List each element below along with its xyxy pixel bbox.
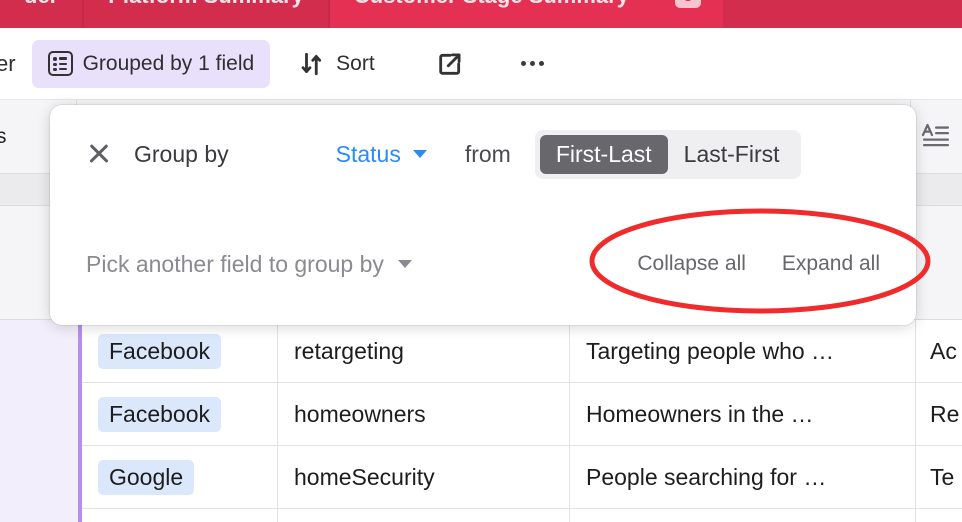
tab-label: Platform Summary: [108, 0, 304, 9]
column-header-label: s: [0, 125, 7, 148]
sort-button-label: Sort: [336, 51, 375, 75]
tab-platform-summary[interactable]: Platform Summary: [84, 0, 328, 28]
grouped-by-button[interactable]: Grouped by 1 field: [31, 39, 271, 88]
tab-bar: der Platform Summary Customer Stage Summ…: [0, 0, 962, 28]
panel-footer-row: Pick another field to group by Collapse …: [50, 203, 916, 325]
platform-pill: Facebook: [98, 396, 222, 432]
group-gutter: [0, 320, 78, 522]
tab-label: der: [24, 0, 58, 9]
close-icon[interactable]: [86, 141, 112, 167]
cell-description[interactable]: [570, 508, 916, 522]
table-row[interactable]: Facebook retargeting Targeting people wh…: [82, 319, 962, 383]
group-by-row: Group by Status from First-Last Last-Fir…: [50, 105, 916, 203]
cell-audience[interactable]: [278, 508, 570, 522]
cell-status[interactable]: Re: [916, 383, 962, 446]
cell-platform[interactable]: Facebook: [82, 319, 278, 383]
cell-status[interactable]: [916, 509, 962, 522]
group-list-icon: [47, 51, 73, 76]
pick-another-field-label: Pick another field to group by: [86, 250, 384, 277]
long-text-field-icon: [921, 123, 949, 147]
sort-arrows-icon: [301, 52, 322, 75]
from-label: from: [464, 140, 511, 167]
cell-platform[interactable]: [82, 508, 278, 522]
cell-platform[interactable]: Google: [82, 445, 278, 509]
table-row[interactable]: [82, 508, 962, 522]
tab-label: Customer Stage Summary: [354, 0, 629, 9]
grid-rows: Facebook retargeting Targeting people wh…: [82, 319, 962, 522]
cell-status[interactable]: Te: [916, 446, 962, 509]
share-button[interactable]: [421, 40, 479, 88]
grouped-by-button-label: Grouped by 1 field: [82, 51, 255, 75]
sort-order-segmented-control: First-Last Last-First: [534, 129, 801, 179]
table-row[interactable]: Facebook homeowners Homeowners in the … …: [82, 382, 962, 446]
expand-all-button[interactable]: Expand all: [782, 252, 880, 276]
column-header-long-text[interactable]: [910, 100, 962, 174]
info-badge-icon: [674, 0, 701, 8]
app-root: der Platform Summary Customer Stage Summ…: [0, 0, 962, 522]
platform-pill: Google: [98, 459, 195, 495]
group-by-field-select[interactable]: Status: [336, 141, 427, 168]
cell-audience[interactable]: homeowners: [278, 382, 570, 446]
group-by-field-value: Status: [335, 140, 401, 167]
group-by-label: Group by: [134, 140, 229, 167]
group-by-popover: Group by Status from First-Last Last-Fir…: [50, 105, 916, 325]
cell-description[interactable]: People searching for …: [570, 445, 916, 509]
cell-audience[interactable]: retargeting: [278, 319, 570, 383]
share-external-icon: [438, 52, 461, 75]
cell-description[interactable]: Homeowners in the …: [570, 382, 916, 446]
panel-actions: Collapse all Expand all: [637, 252, 880, 276]
chevron-down-icon: [397, 260, 412, 268]
order-option-last-first[interactable]: Last-First: [668, 135, 796, 174]
tab-info-badge-button[interactable]: [652, 0, 723, 28]
table-row[interactable]: Google homeSecurity People searching for…: [82, 445, 962, 509]
platform-pill: Facebook: [98, 333, 222, 369]
cell-platform[interactable]: Facebook: [82, 382, 278, 446]
tab-customer-stage-summary[interactable]: Customer Stage Summary: [329, 0, 653, 28]
order-option-first-last[interactable]: First-Last: [539, 134, 668, 174]
cell-audience[interactable]: homeSecurity: [278, 445, 570, 509]
pick-another-field-button[interactable]: Pick another field to group by: [86, 251, 412, 278]
cell-description[interactable]: Targeting people who …: [570, 319, 916, 383]
chevron-down-icon: [412, 150, 427, 158]
sort-button[interactable]: Sort: [284, 40, 391, 88]
tab-der[interactable]: der: [0, 0, 82, 28]
cell-status[interactable]: Ac: [916, 320, 962, 383]
more-horizontal-icon: [520, 51, 544, 77]
view-toolbar: er Grouped by 1 field Sort: [0, 28, 962, 100]
more-options-button[interactable]: [505, 40, 560, 88]
collapse-all-button[interactable]: Collapse all: [637, 252, 746, 276]
filter-button-truncated[interactable]: er: [0, 51, 16, 77]
